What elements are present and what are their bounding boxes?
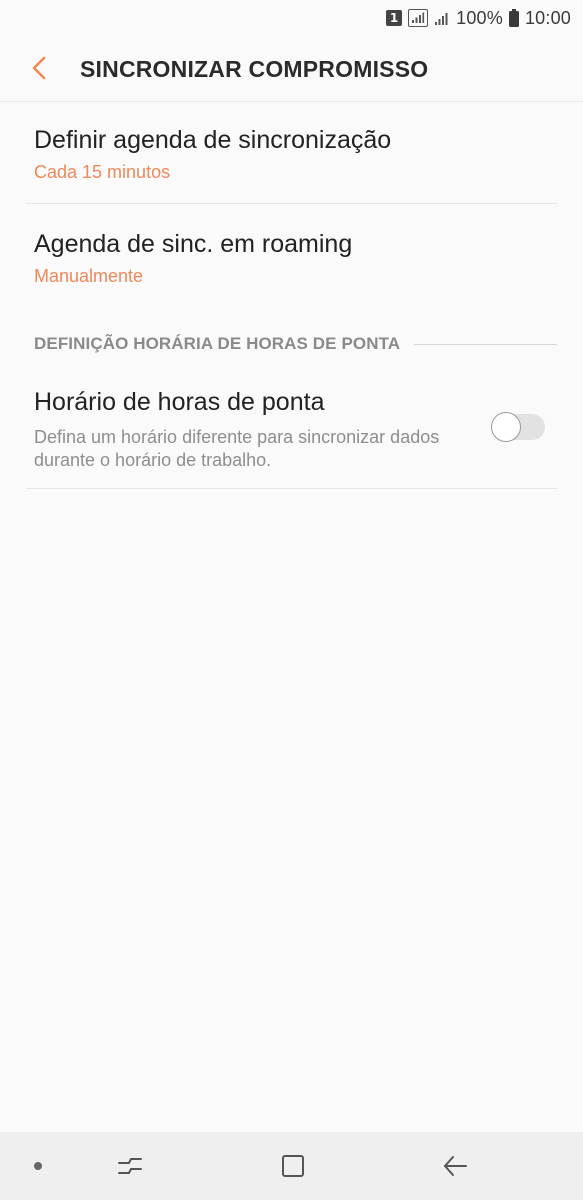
roaming-schedule-value: Manualmente <box>34 266 144 286</box>
settings-list: Definir agenda de sincronização Cada 15 … <box>0 102 583 489</box>
status-icons: 1 100% 10:00 <box>386 6 571 30</box>
sync-schedule-value: Cada 15 minutos <box>34 162 171 182</box>
page-title: SINCRONIZAR COMPROMISSO <box>80 56 429 82</box>
peak-section-header: DEFINIÇÃO HORÁRIA DE HORAS DE PONTA <box>0 304 583 354</box>
sync-schedule-setting[interactable]: Definir agenda de sincronização Cada 15 … <box>0 102 583 204</box>
back-button[interactable] <box>22 50 56 86</box>
battery-icon <box>508 9 519 27</box>
status-bar: 1 100% 10:00 <box>0 0 583 36</box>
peak-schedule-toggle[interactable] <box>491 412 545 442</box>
divider <box>26 488 557 489</box>
recent-apps-button[interactable] <box>116 1152 144 1180</box>
back-nav-button[interactable] <box>441 1152 469 1180</box>
sim-1-icon: 1 <box>386 10 403 26</box>
navigation-bar <box>0 1132 583 1200</box>
recent-apps-icon <box>118 1158 142 1174</box>
app-bar: SINCRONIZAR COMPROMISSO <box>0 36 583 102</box>
peak-section-label: DEFINIÇÃO HORÁRIA DE HORAS DE PONTA <box>34 334 411 354</box>
dot-icon[interactable] <box>34 1162 42 1170</box>
chevron-left-icon <box>32 56 46 80</box>
home-icon <box>282 1155 304 1177</box>
sync-schedule-title: Definir agenda de sincronização <box>34 126 392 154</box>
roaming-schedule-setting[interactable]: Agenda de sinc. em roaming Manualmente <box>0 204 583 304</box>
clock: 10:00 <box>524 7 571 28</box>
roaming-schedule-title: Agenda de sinc. em roaming <box>34 230 353 258</box>
peak-schedule-setting[interactable]: Horário de horas de ponta Defina um horá… <box>0 352 583 489</box>
peak-schedule-title: Horário de horas de ponta <box>34 388 325 416</box>
battery-percent: 100% <box>456 7 503 28</box>
section-divider <box>414 344 557 345</box>
toggle-thumb <box>491 412 521 442</box>
signal-boxed-icon <box>408 9 429 27</box>
peak-schedule-description: Defina um horário diferente para sincron… <box>34 427 440 470</box>
back-arrow-icon <box>444 1156 467 1176</box>
signal-icon <box>434 9 450 27</box>
home-button[interactable] <box>279 1152 307 1180</box>
